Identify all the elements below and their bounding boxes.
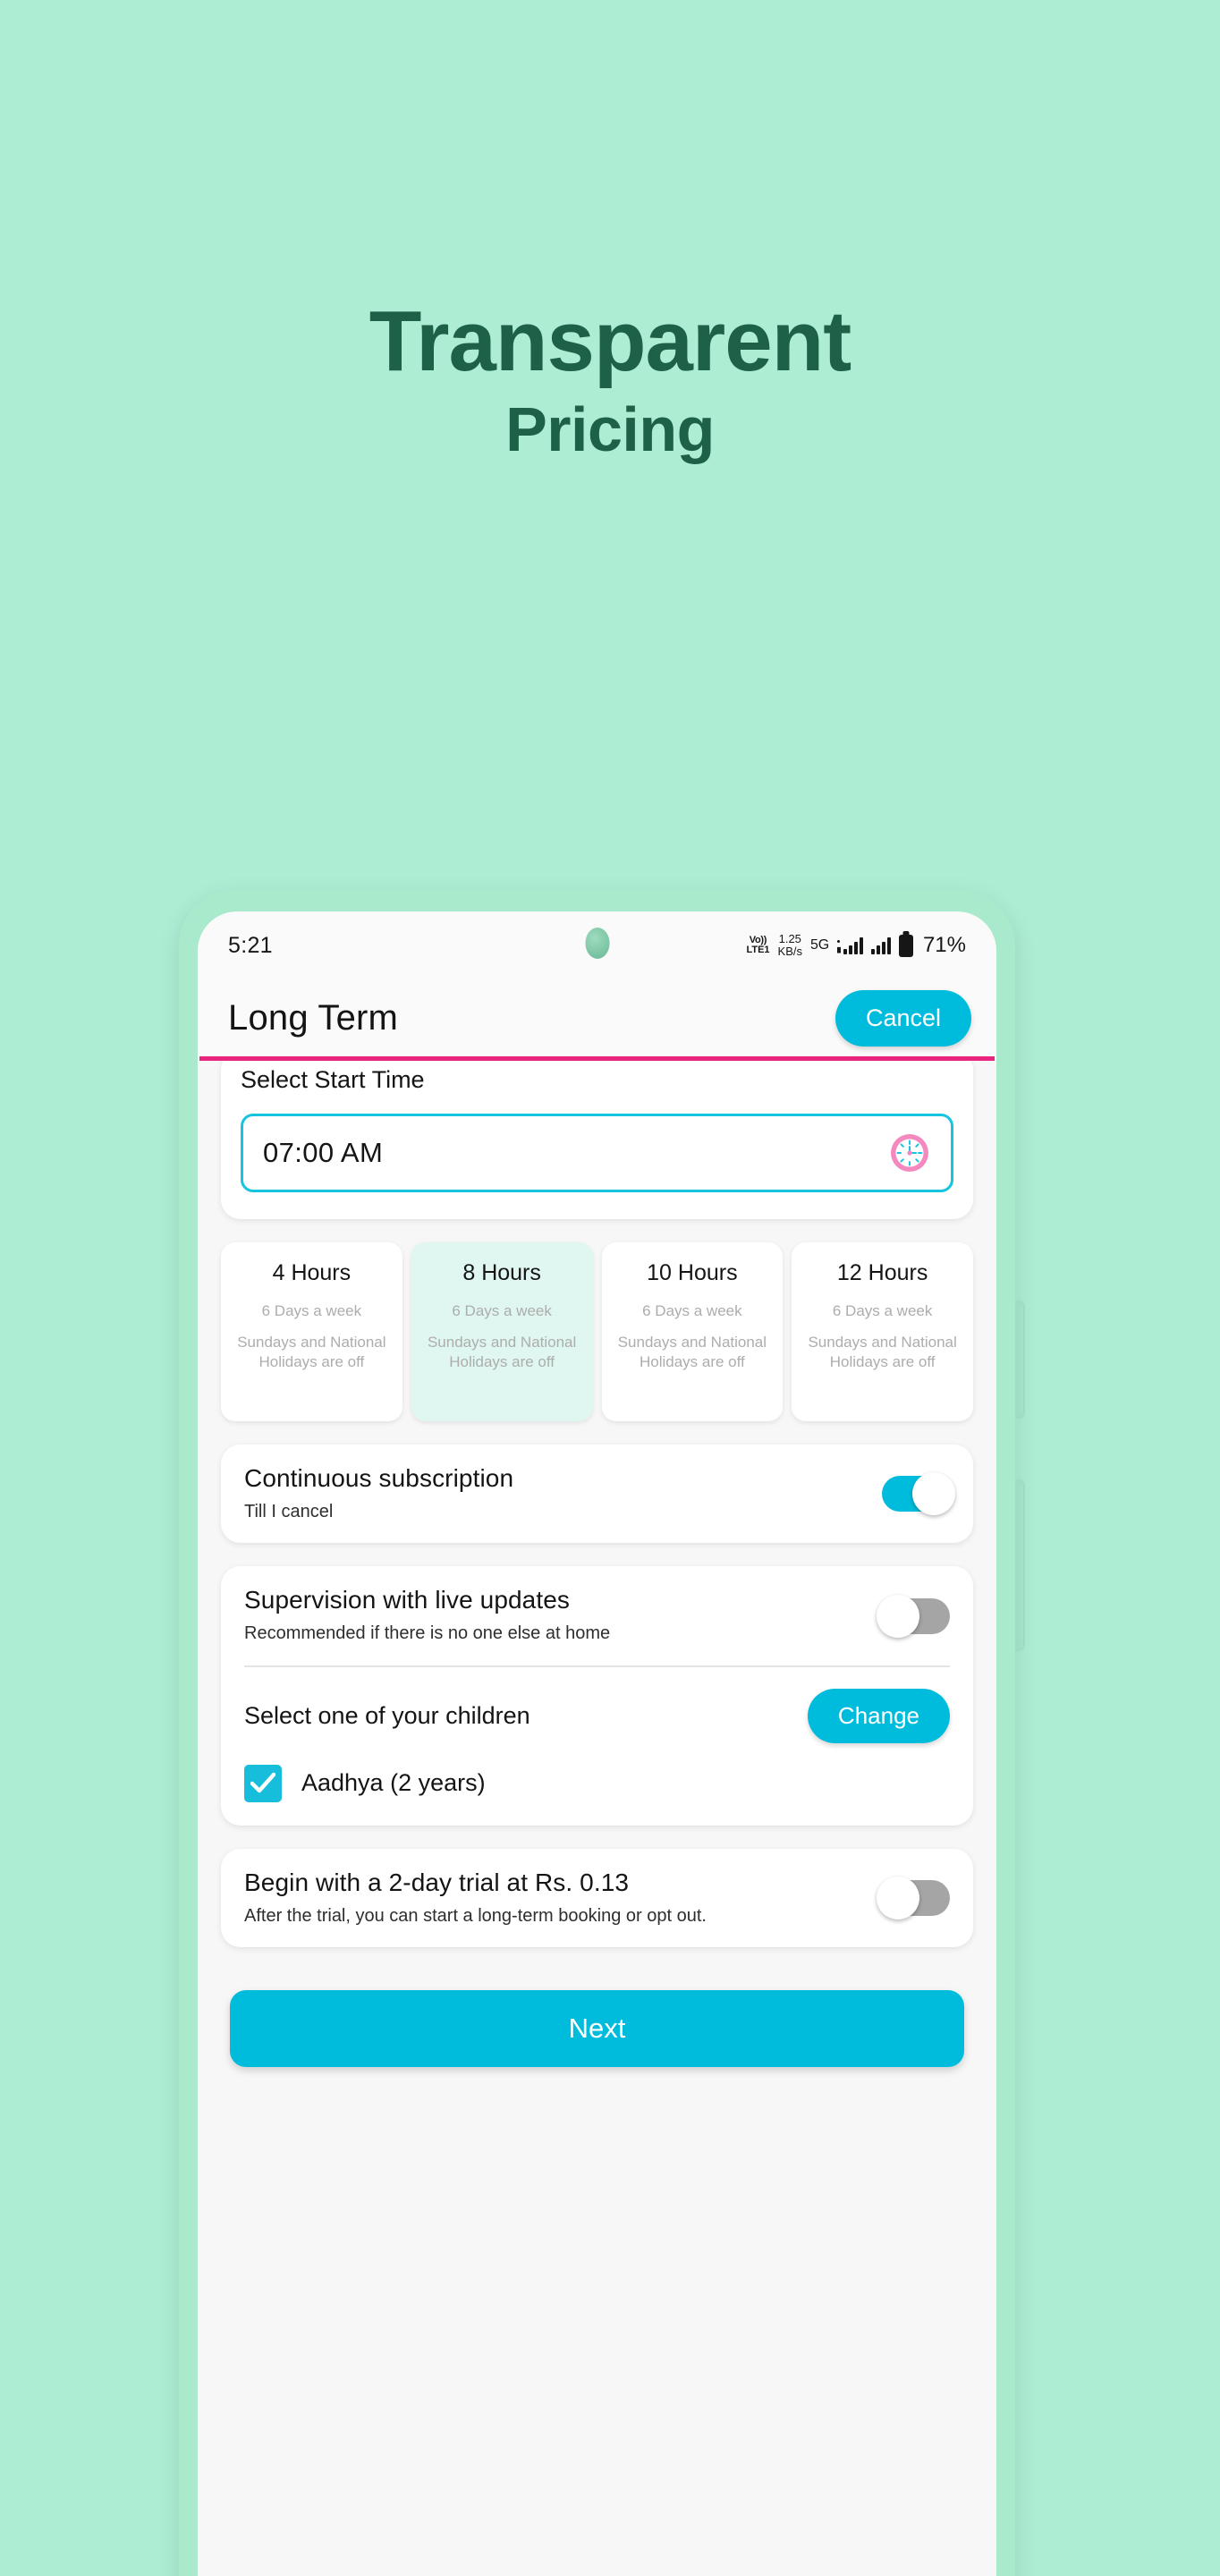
phone-body: 5:21 Vo)) LTE1 1.25 KB/s 5G 71% Long Ter…: [179, 890, 1015, 2576]
toggle-knob: [877, 1594, 919, 1638]
check-icon: [250, 1772, 275, 1792]
next-button[interactable]: Next: [230, 1990, 964, 2068]
hour-option-sub1: 6 Days a week: [832, 1302, 933, 1319]
start-time-card: Select Start Time 07:00 AM: [221, 1061, 973, 1219]
hour-option-title: 8 Hours: [462, 1260, 541, 1285]
supervision-card: Supervision with live updates Recommende…: [221, 1566, 973, 1826]
supervision-toggle[interactable]: [877, 1594, 950, 1638]
hour-option-card[interactable]: 4 Hours 6 Days a week Sundays and Nation…: [221, 1242, 402, 1421]
hour-option-title: 4 Hours: [272, 1260, 352, 1285]
continuous-subscription-title: Continuous subscription: [244, 1464, 514, 1492]
signal-bars-sim1-icon: [837, 936, 863, 954]
hour-option-card[interactable]: 12 Hours 6 Days a week Sundays and Natio…: [792, 1242, 973, 1421]
toggle-knob: [912, 1472, 955, 1516]
trial-title: Begin with a 2-day trial at Rs. 0.13: [244, 1868, 630, 1896]
trial-card: Begin with a 2-day trial at Rs. 0.13 Aft…: [221, 1848, 973, 1948]
app-header: Long Term Cancel: [198, 979, 996, 1056]
hour-options-row: 4 Hours 6 Days a week Sundays and Nation…: [221, 1242, 973, 1421]
child-list-item[interactable]: Aadhya (2 years): [244, 1764, 950, 1802]
data-rate-value: 1.25: [778, 931, 801, 945]
supervision-subtitle: Recommended if there is no one else at h…: [244, 1623, 611, 1644]
divider: [244, 1665, 950, 1667]
clock-icon[interactable]: [888, 1131, 931, 1174]
hero-title-line2: Pricing: [505, 394, 715, 464]
continuous-subscription-toggle[interactable]: [882, 1472, 955, 1516]
continuous-subscription-subtitle: Till I cancel: [244, 1502, 334, 1521]
hero-title-line1: Transparent: [369, 293, 852, 389]
toggle-knob: [877, 1876, 919, 1919]
supervision-title: Supervision with live updates: [244, 1586, 570, 1614]
hour-option-sub2: Sundays and National Holidays are off: [617, 1334, 767, 1371]
change-child-button[interactable]: Change: [807, 1688, 950, 1743]
hero-heading: Transparent Pricing: [0, 295, 1220, 470]
network-type-label: 5G: [810, 937, 829, 953]
start-time-label: Select Start Time: [241, 1066, 425, 1093]
phone-screen: 5:21 Vo)) LTE1 1.25 KB/s 5G 71% Long Ter…: [198, 911, 996, 2576]
hour-option-title: 12 Hours: [836, 1260, 928, 1285]
volte-icon: Vo)) LTE1: [746, 936, 769, 955]
volte-line2: LTE1: [746, 945, 770, 955]
scroll-content[interactable]: Select Start Time 07:00 AM 4 Hours 6 Day…: [198, 1061, 996, 2576]
hour-option-sub1: 6 Days a week: [642, 1302, 742, 1319]
data-rate-indicator: 1.25 KB/s: [777, 931, 802, 958]
front-camera-punch-hole: [585, 928, 609, 959]
status-time: 5:21: [228, 932, 273, 958]
select-children-label: Select one of your children: [244, 1701, 530, 1729]
phone-mockup: 5:21 Vo)) LTE1 1.25 KB/s 5G 71% Long Ter…: [179, 890, 1023, 2576]
status-bar: 5:21 Vo)) LTE1 1.25 KB/s 5G 71%: [198, 911, 996, 979]
hour-option-sub2: Sundays and National Holidays are off: [237, 1334, 386, 1371]
hour-option-card[interactable]: 10 Hours 6 Days a week Sundays and Natio…: [601, 1242, 784, 1421]
cancel-button[interactable]: Cancel: [835, 989, 971, 1046]
child-checkbox[interactable]: [244, 1764, 282, 1802]
trial-toggle[interactable]: [877, 1876, 950, 1919]
continuous-subscription-card: Continuous subscription Till I cancel: [221, 1445, 973, 1544]
hour-option-sub2: Sundays and National Holidays are off: [808, 1334, 957, 1371]
page-title: Long Term: [228, 997, 399, 1038]
data-rate-unit: KB/s: [777, 945, 802, 958]
child-name-label: Aadhya (2 years): [301, 1769, 486, 1797]
start-time-input[interactable]: 07:00 AM: [241, 1114, 953, 1192]
battery-percent: 71%: [922, 933, 966, 957]
footer-actions: Next: [221, 1947, 973, 2068]
signal-bars-sim2-icon: [870, 936, 891, 954]
battery-icon: [898, 934, 913, 957]
hour-option-sub1: 6 Days a week: [452, 1302, 552, 1319]
hour-option-title: 10 Hours: [647, 1260, 738, 1285]
trial-subtitle: After the trial, you can start a long-te…: [244, 1905, 707, 1926]
hour-option-card[interactable]: 8 Hours 6 Days a week Sundays and Nation…: [411, 1242, 593, 1421]
hour-option-sub1: 6 Days a week: [261, 1302, 362, 1319]
start-time-value: 07:00 AM: [263, 1137, 384, 1168]
hour-option-sub2: Sundays and National Holidays are off: [427, 1334, 577, 1371]
